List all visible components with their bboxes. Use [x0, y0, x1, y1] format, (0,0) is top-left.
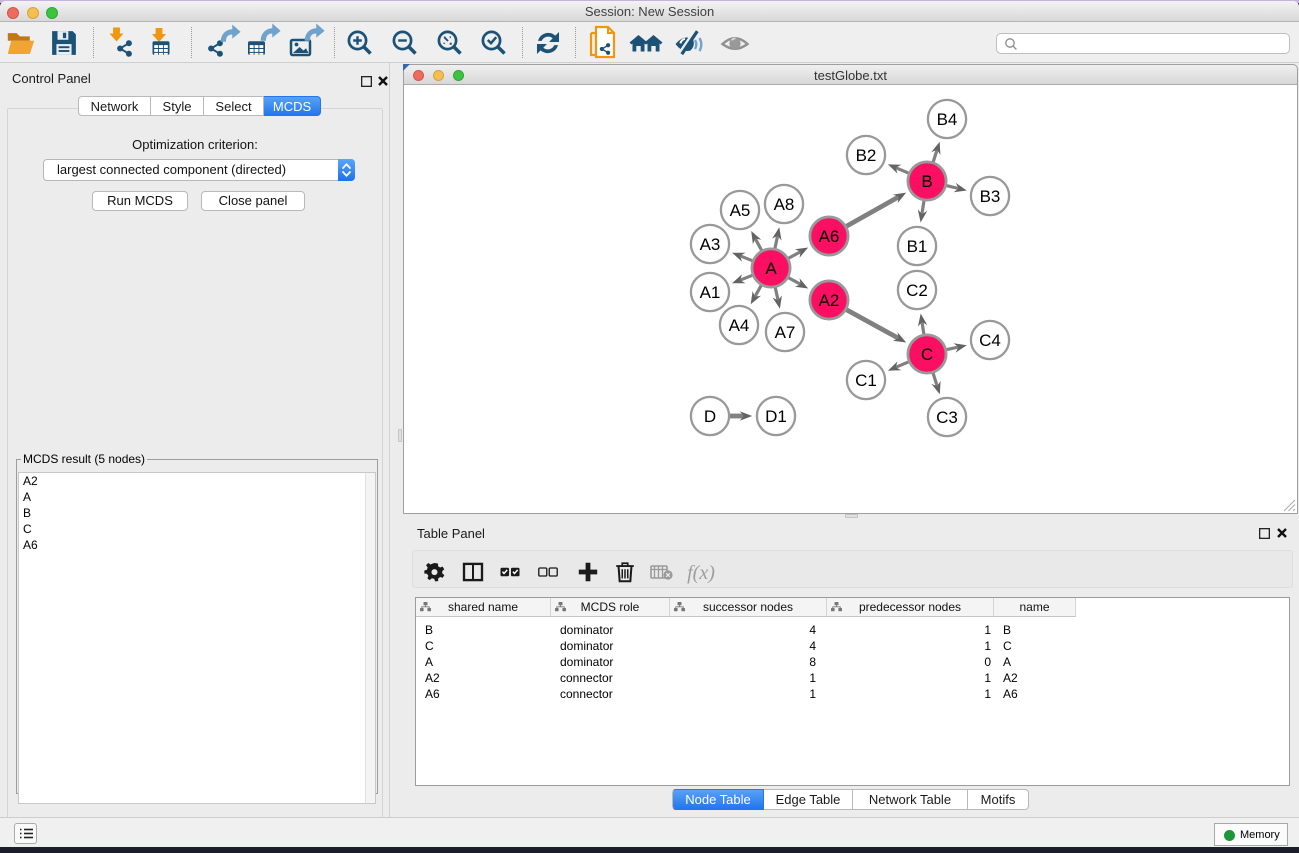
- svg-text:B2: B2: [856, 146, 877, 165]
- svg-text:C: C: [921, 345, 933, 364]
- svg-text:D: D: [704, 407, 716, 426]
- svg-text:A8: A8: [774, 195, 795, 214]
- svg-text:A1: A1: [700, 283, 721, 302]
- svg-text:C2: C2: [906, 281, 928, 300]
- svg-text:B4: B4: [937, 110, 958, 129]
- svg-text:A5: A5: [730, 201, 751, 220]
- svg-text:C1: C1: [855, 371, 877, 390]
- svg-text:B: B: [921, 172, 932, 191]
- svg-text:A7: A7: [775, 323, 796, 342]
- svg-text:C4: C4: [979, 331, 1001, 350]
- svg-text:D1: D1: [765, 407, 787, 426]
- svg-text:A3: A3: [700, 235, 721, 254]
- svg-text:B1: B1: [907, 237, 928, 256]
- svg-text:f(x): f(x): [687, 562, 715, 584]
- svg-text:C3: C3: [936, 408, 958, 427]
- svg-text:A2: A2: [819, 291, 840, 310]
- svg-text:A4: A4: [729, 316, 750, 335]
- svg-text:A6: A6: [819, 227, 840, 246]
- svg-text:B3: B3: [980, 187, 1001, 206]
- svg-text:A: A: [765, 259, 777, 278]
